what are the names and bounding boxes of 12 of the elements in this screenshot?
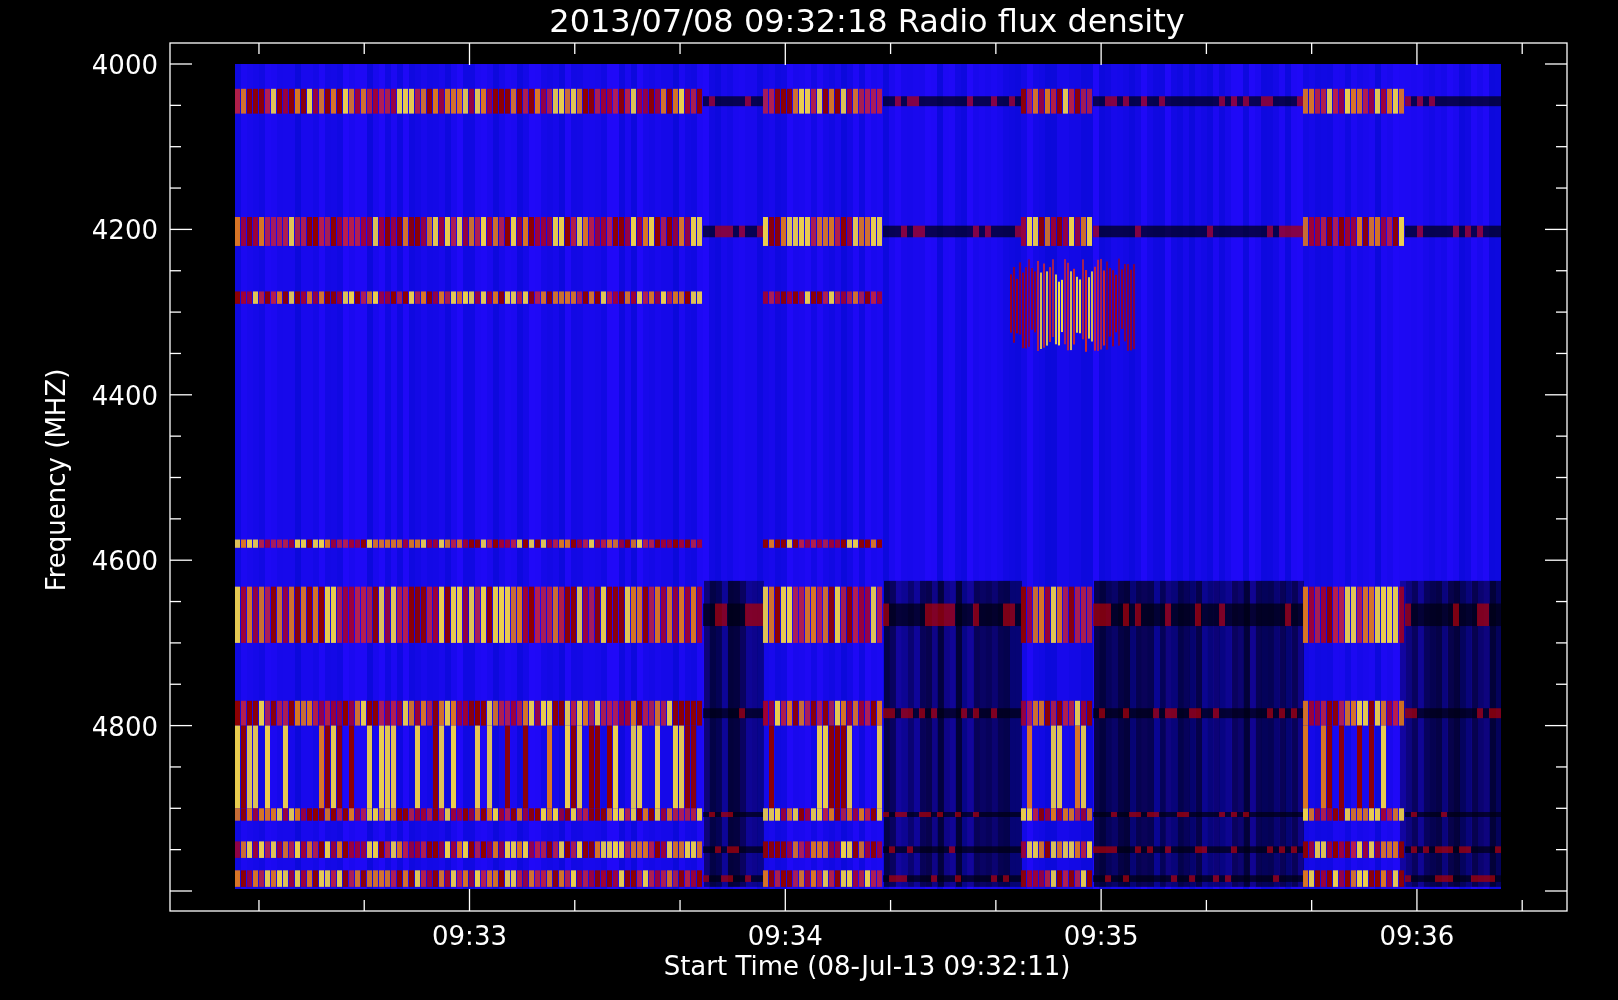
chart-title: 2013/07/08 09:32:18 Radio flux density: [549, 2, 1185, 40]
y-tick-label: 4000: [91, 50, 158, 80]
x-tick-label: 09:35: [1063, 921, 1139, 951]
x-tick-label: 09:34: [747, 921, 823, 951]
y-tick-label: 4600: [91, 546, 158, 577]
x-tick-label: 09:36: [1379, 921, 1455, 951]
y-tick-label: 4200: [91, 215, 158, 246]
y-tick-label: 4800: [91, 711, 158, 742]
y-axis-label: Frequency (MHZ): [41, 368, 71, 592]
x-tick-label: 09:33: [432, 921, 507, 951]
x-axis-label: Start Time (08-Jul-13 09:32:11): [663, 951, 1071, 981]
y-tick-label: 4400: [91, 380, 158, 411]
